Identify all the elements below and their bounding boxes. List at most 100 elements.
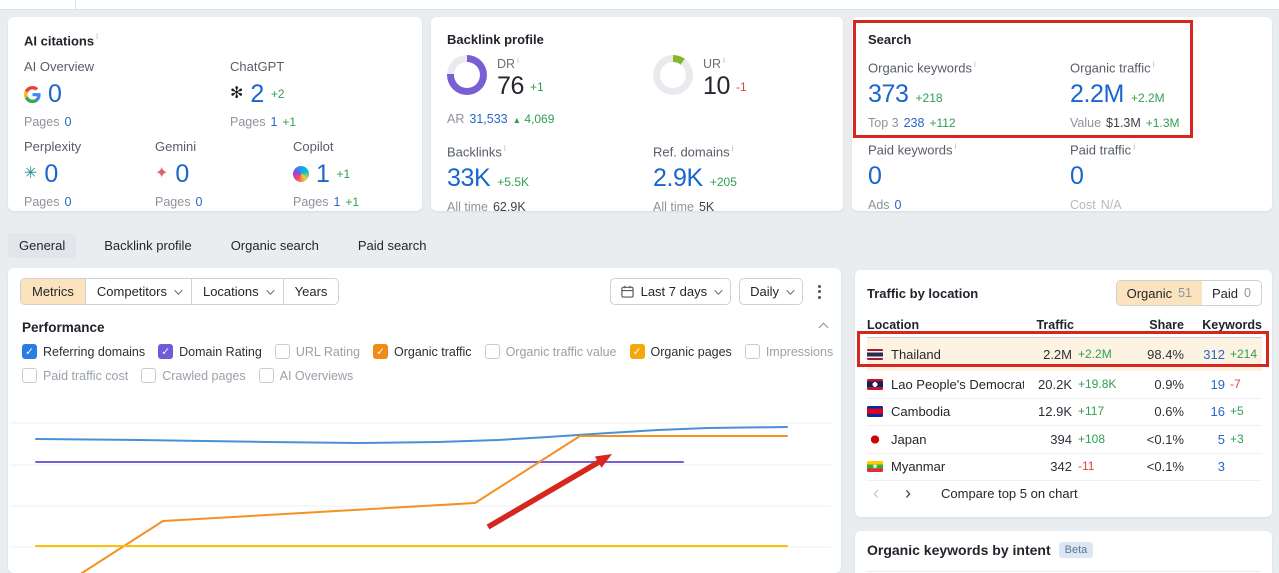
perplexity-pages-link[interactable]: 0 — [64, 195, 71, 209]
chevron-down-icon — [786, 285, 795, 295]
info-icon: i — [517, 55, 519, 65]
competitors-dropdown[interactable]: Competitors — [86, 279, 192, 304]
metric-organic-traffic-value[interactable]: Organic traffic value — [484, 344, 617, 359]
search-card: Search Organic keywords i 373 +218 Top 3 23… — [852, 17, 1272, 213]
traffic-by-location-card: Traffic by location Organic 51 Paid 0 Loca… — [855, 270, 1272, 517]
backlinks-value-link[interactable]: 33K — [447, 164, 491, 193]
more-options-button[interactable] — [811, 278, 827, 305]
cambodia-flag-icon — [867, 406, 883, 418]
checkbox-icon — [629, 344, 645, 359]
ref-domains-value-link[interactable]: 2.9K — [653, 164, 703, 193]
metric-organic-pages[interactable]: Organic pages — [629, 344, 732, 359]
metric-url-rating[interactable]: URL Rating — [274, 344, 360, 359]
compare-top5-button[interactable]: Compare top 5 on chart — [941, 486, 1078, 501]
toggle-paid[interactable]: Paid 0 — [1202, 281, 1261, 305]
metric-crawled-pages[interactable]: Crawled pages — [141, 368, 246, 383]
perplexity-icon: ✳ — [24, 165, 38, 182]
top3-link[interactable]: 238 — [904, 116, 925, 130]
info-icon: i — [96, 31, 98, 41]
tab-organic-search[interactable]: Organic search — [220, 233, 330, 258]
tab-paid-search[interactable]: Paid search — [347, 233, 438, 258]
metric-paid-traffic-cost[interactable]: Paid traffic cost — [22, 368, 128, 383]
performance-card: Metrics Competitors Locations Years Last… — [8, 268, 841, 573]
backlink-profile-card: Backlink profile DR i 76 +1 AR 31,533 ▲ 4,… — [431, 17, 843, 215]
header-divider — [75, 0, 76, 10]
info-icon: i — [1152, 59, 1155, 69]
table-row-myanmar[interactable]: Myanmar 342-11 <0.1% 3 — [867, 454, 1262, 481]
metric-referring-domains[interactable]: Referring domains — [22, 344, 145, 359]
collapse-chevron-icon[interactable] — [818, 322, 829, 333]
paid-traffic-value-link[interactable]: 0 — [1070, 162, 1084, 191]
paid-keywords-stat: Paid keywords i 0 Ads 0 — [868, 141, 957, 213]
backlink-profile-title: Backlink profile — [447, 32, 544, 47]
japan-flag-icon — [867, 433, 883, 445]
checkbox-icon — [22, 344, 37, 359]
gemini-pages-link[interactable]: 0 — [195, 195, 202, 209]
next-page-button[interactable]: › — [899, 484, 917, 502]
tab-backlink-profile[interactable]: Backlink profile — [93, 233, 202, 258]
table-row-thailand[interactable]: Thailand 2.2M +2.2M 98.4% 312 +214 — [867, 338, 1262, 371]
metric-toggles-row-1: Referring domains Domain Rating URL Rati… — [22, 344, 841, 359]
calendar-icon — [620, 285, 634, 298]
table-row-laos[interactable]: Lao People's Democratic Reput 20.2K+19.8… — [867, 371, 1262, 399]
keywords-link[interactable]: 5 — [1184, 432, 1225, 447]
organic-keywords-value-link[interactable]: 373 — [868, 80, 909, 109]
date-range-dropdown[interactable]: Last 7 days — [609, 278, 732, 305]
granularity-dropdown[interactable]: Daily — [739, 278, 803, 305]
checkbox-icon — [141, 368, 157, 383]
ref-domains-stat: Ref. domains i 2.9K +205 All time 5K — [653, 143, 737, 215]
traffic-by-location-title: Traffic by location — [867, 285, 979, 301]
info-icon: i — [954, 141, 957, 151]
prev-page-button[interactable]: ‹ — [867, 484, 885, 502]
ads-link[interactable]: 0 — [895, 198, 902, 212]
perplexity-count: 0 — [44, 159, 58, 188]
tab-general[interactable]: General — [8, 233, 77, 258]
table-row-cambodia[interactable]: Cambodia 12.9K +117 0.6% 16 +5 — [867, 399, 1262, 426]
divider — [867, 571, 1260, 572]
ai-citations-card: AI citations i AI Overview 0 Pages 0 ChatG… — [8, 17, 422, 211]
checkbox-icon — [22, 368, 37, 383]
keywords-link[interactable]: 3 — [1184, 459, 1225, 474]
chatgpt-stat: ChatGPT ✻ 2 +2 Pages 1 +1 — [230, 59, 297, 129]
header-bar — [0, 0, 1279, 10]
keywords-by-intent-title: Organic keywords by intent — [867, 542, 1051, 558]
metric-impressions[interactable]: Impressions — [744, 344, 833, 359]
info-icon: i — [974, 59, 976, 69]
ai-overview-count: 0 — [48, 79, 62, 108]
ahrefs-rank-stat: AR 31,533 ▲ 4,069 — [447, 112, 555, 126]
ar-value-link[interactable]: 31,533 — [469, 112, 507, 126]
metric-toggles-row-2: Paid traffic cost Crawled pages AI Overv… — [22, 368, 353, 383]
metric-domain-rating[interactable]: Domain Rating — [158, 344, 262, 359]
metric-organic-traffic[interactable]: Organic traffic — [372, 344, 472, 359]
copilot-pages-link[interactable]: 1 — [333, 195, 340, 209]
ai-overview-pages-link[interactable]: 0 — [64, 115, 71, 129]
gemini-icon: ✦ — [155, 165, 169, 182]
keywords-link[interactable]: 312 — [1184, 347, 1225, 362]
chevron-down-icon — [714, 285, 723, 295]
checkbox-icon — [372, 344, 388, 359]
location-table-header: Location Traffic Share Keywords — [867, 312, 1262, 338]
organic-traffic-value-link[interactable]: 2.2M — [1070, 80, 1124, 109]
google-icon — [24, 85, 41, 103]
paid-keywords-value-link[interactable]: 0 — [868, 162, 882, 191]
table-row-japan[interactable]: Japan 394 +108 <0.1% 5 +3 — [867, 426, 1262, 454]
organic-paid-toggle: Organic 51 Paid 0 — [1115, 280, 1262, 306]
chatgpt-pages-link[interactable]: 1 — [270, 115, 277, 129]
chevron-down-icon — [265, 285, 275, 295]
ur-donut-chart — [653, 55, 693, 95]
organic-keywords-stat: Organic keywords i 373 +218 Top 3 238 +112 — [868, 59, 976, 131]
location-table: Location Traffic Share Keywords Thailand… — [867, 312, 1262, 481]
metrics-button[interactable]: Metrics — [21, 279, 86, 304]
keywords-link[interactable]: 19 — [1184, 377, 1225, 392]
toggle-organic[interactable]: Organic 51 — [1116, 281, 1203, 305]
locations-dropdown[interactable]: Locations — [192, 279, 284, 304]
years-button[interactable]: Years — [284, 279, 339, 304]
keywords-link[interactable]: 16 — [1184, 404, 1225, 419]
dr-value: 76 — [497, 72, 525, 101]
backlinks-stat: Backlinks i 33K +5.5K All time 62.9K — [447, 143, 529, 215]
chevron-down-icon — [174, 285, 183, 295]
chatgpt-count: 2 — [250, 79, 264, 108]
metric-ai-overviews[interactable]: AI Overviews — [258, 368, 353, 383]
laos-flag-icon — [867, 378, 883, 390]
checkbox-icon — [744, 344, 760, 359]
